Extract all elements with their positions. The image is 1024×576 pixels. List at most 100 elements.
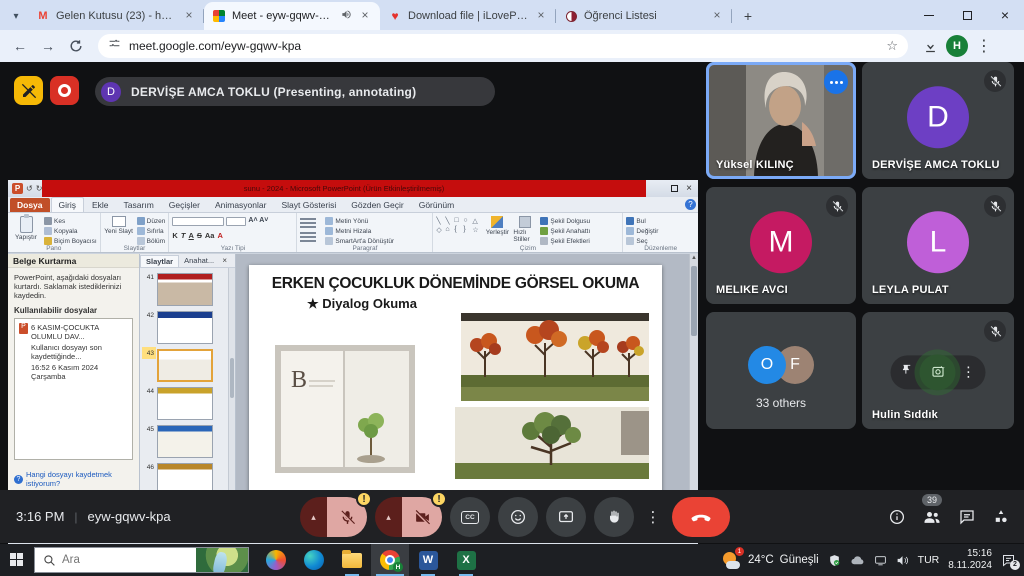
slide-thumb-41: 41: [144, 273, 233, 306]
ppt-tab-tasarim: Tasarım: [117, 198, 161, 212]
close-tab-icon[interactable]: ×: [358, 9, 372, 23]
tile-hulin-siddik[interactable]: ⋮ Hulin Sıddık: [862, 312, 1014, 429]
downloads-icon[interactable]: [918, 34, 942, 58]
weather-badge: 1: [735, 547, 744, 556]
taskbar-clock[interactable]: 15:16 8.11.2024: [948, 548, 992, 572]
slides-tab: Slaytlar: [140, 255, 179, 267]
profile-avatar[interactable]: H: [946, 35, 968, 57]
presenter-banner-text: DERVİŞE AMCA TOKLU (Presenting, annotati…: [131, 85, 416, 99]
pin-icon[interactable]: [901, 363, 914, 381]
chat-panel-icon[interactable]: [958, 508, 976, 526]
slide-icon: [112, 216, 126, 227]
tab-meet[interactable]: Meet - eyw-gqwv-kpa ×: [204, 2, 380, 30]
site-settings-icon[interactable]: [108, 37, 121, 55]
meeting-code: eyw-gqwv-kpa: [88, 509, 171, 524]
camera-options-chevron[interactable]: ▴: [375, 497, 402, 537]
effects-camera-button[interactable]: [920, 354, 956, 390]
tab-search-chevron-icon[interactable]: ▾: [6, 6, 26, 26]
search-input[interactable]: [62, 554, 172, 566]
reset-button: Sıfırla: [137, 227, 166, 235]
taskbar-search[interactable]: [34, 547, 249, 573]
recovery-file-desc: Kullanıcı dosyayı son kaydettiğinde...: [31, 343, 128, 361]
taskbar-edge-icon[interactable]: [295, 544, 333, 576]
taskbar-chrome-icon[interactable]: H: [371, 544, 409, 576]
browser-menu-icon[interactable]: ⋮: [972, 34, 996, 58]
minimize-button[interactable]: [910, 0, 948, 30]
captions-button[interactable]: CC: [450, 497, 490, 537]
defender-shield-icon[interactable]: [828, 554, 841, 567]
cut-button: Kes: [44, 217, 97, 225]
ribbon-group-font: A˄ A˅ K T A S Aa A Yazı Tipi: [169, 213, 297, 252]
mic-options-chevron[interactable]: ▴: [300, 497, 327, 537]
slide-thumb-44: 44: [144, 387, 233, 420]
font-color-button: A: [217, 231, 222, 240]
presenter-banner[interactable]: D DERVİŞE AMCA TOKLU (Presenting, annota…: [95, 77, 495, 106]
close-tab-icon[interactable]: ×: [182, 9, 196, 23]
others-avatars: OF 33 others: [706, 346, 856, 410]
tile-dervise-amca-toklu[interactable]: D DERVİŞE AMCA TOKLU: [862, 62, 1014, 179]
address-bar[interactable]: meet.google.com/eyw-gqwv-kpa ☆: [98, 34, 908, 58]
arrange-button: Yerleştir: [484, 215, 510, 236]
taskbar-copilot-icon[interactable]: [257, 544, 295, 576]
tab-ogrenci-listesi[interactable]: Öğrenci Listesi ×: [556, 2, 732, 30]
volume-icon[interactable]: [896, 554, 909, 567]
tile-leyla-pulat[interactable]: L LEYLA PULAT: [862, 187, 1014, 304]
leave-call-button[interactable]: [672, 497, 730, 537]
recording-indicator-button[interactable]: [50, 76, 79, 105]
people-panel-icon[interactable]: 39: [922, 507, 942, 527]
taskbar-word-icon[interactable]: W: [409, 544, 447, 576]
ppt-file-icon: P: [19, 323, 28, 334]
recovery-file-item: P 6 KASIM-ÇOCUKTA OLUMLU DAV... Kullanıc…: [19, 323, 128, 383]
tab-ilovepdf[interactable]: ♥ Download file | iLovePDF ×: [380, 2, 556, 30]
search-highlight-image[interactable]: [196, 548, 248, 572]
annotation-pen-button[interactable]: [14, 76, 43, 105]
present-screen-button[interactable]: [546, 497, 586, 537]
more-options-icon[interactable]: ⋮: [642, 497, 664, 537]
tile-melike-avci[interactable]: M MELIKE AVCI: [706, 187, 856, 304]
tile-yuksel-kilinc[interactable]: Yüksel KILINÇ: [706, 62, 856, 179]
close-tab-icon[interactable]: ×: [710, 9, 724, 23]
slide-bullet: ★ Diyalog Okuma: [307, 296, 662, 312]
mic-off-icon: [984, 320, 1006, 342]
windows-taskbar: H W X 1 24°C Güneşli TUR 15:16 8.11.2024…: [0, 544, 1024, 576]
recovery-desc: PowerPoint, aşağıdaki dosyaları kurtardı…: [14, 273, 133, 300]
clipboard-icon: [20, 216, 33, 233]
url-text: meet.google.com/eyw-gqwv-kpa: [129, 39, 301, 53]
restore-button[interactable]: [948, 0, 986, 30]
reactions-button[interactable]: [498, 497, 538, 537]
bookmark-star-icon[interactable]: ☆: [886, 38, 898, 54]
recovery-title: Belge Kurtarma: [8, 254, 139, 268]
recovery-file-date: 16:52 6 Kasım 2024 Çarşamba: [31, 363, 128, 381]
reload-icon[interactable]: [64, 34, 88, 58]
network-icon[interactable]: [874, 554, 887, 567]
new-tab-button[interactable]: +: [738, 6, 758, 26]
tile-hover-controls: ⋮: [891, 355, 986, 389]
ppt-tab-slayt-gosterisi: Slayt Gösterisi: [274, 198, 343, 212]
taskbar-excel-icon[interactable]: X: [447, 544, 485, 576]
tab-title: Öğrenci Listesi: [584, 10, 704, 22]
start-button[interactable]: [0, 544, 34, 576]
onedrive-icon[interactable]: [850, 555, 865, 566]
tile-33-others[interactable]: OF 33 others: [706, 312, 856, 429]
forward-icon[interactable]: →: [36, 34, 60, 58]
avatar-letter: O: [748, 346, 786, 384]
avatar-letter: D: [907, 86, 969, 148]
action-center-icon[interactable]: 2: [1001, 553, 1016, 568]
bullet-list-icon: [300, 218, 316, 220]
close-window-button[interactable]: ×: [986, 0, 1024, 30]
language-indicator[interactable]: TUR: [918, 554, 940, 566]
tab-gmail[interactable]: M Gelen Kutusu (23) - hulin.siddik ×: [28, 2, 204, 30]
weather-temp: 24°C: [748, 554, 774, 566]
ppt-close-icon: ×: [686, 183, 692, 194]
close-tab-icon[interactable]: ×: [534, 9, 548, 23]
participants-count-badge: 39: [922, 494, 942, 506]
activities-icon[interactable]: [992, 508, 1010, 526]
meeting-details-icon[interactable]: [888, 508, 906, 526]
tab-audio-icon[interactable]: [341, 9, 352, 23]
back-icon[interactable]: ←: [8, 34, 32, 58]
weather-widget[interactable]: 1 24°C Güneşli: [722, 550, 819, 570]
powerpoint-app-icon: P: [12, 183, 23, 194]
raise-hand-button[interactable]: [594, 497, 634, 537]
tile-more-options-icon[interactable]: ⋮: [962, 363, 976, 380]
taskbar-explorer-icon[interactable]: [333, 544, 371, 576]
